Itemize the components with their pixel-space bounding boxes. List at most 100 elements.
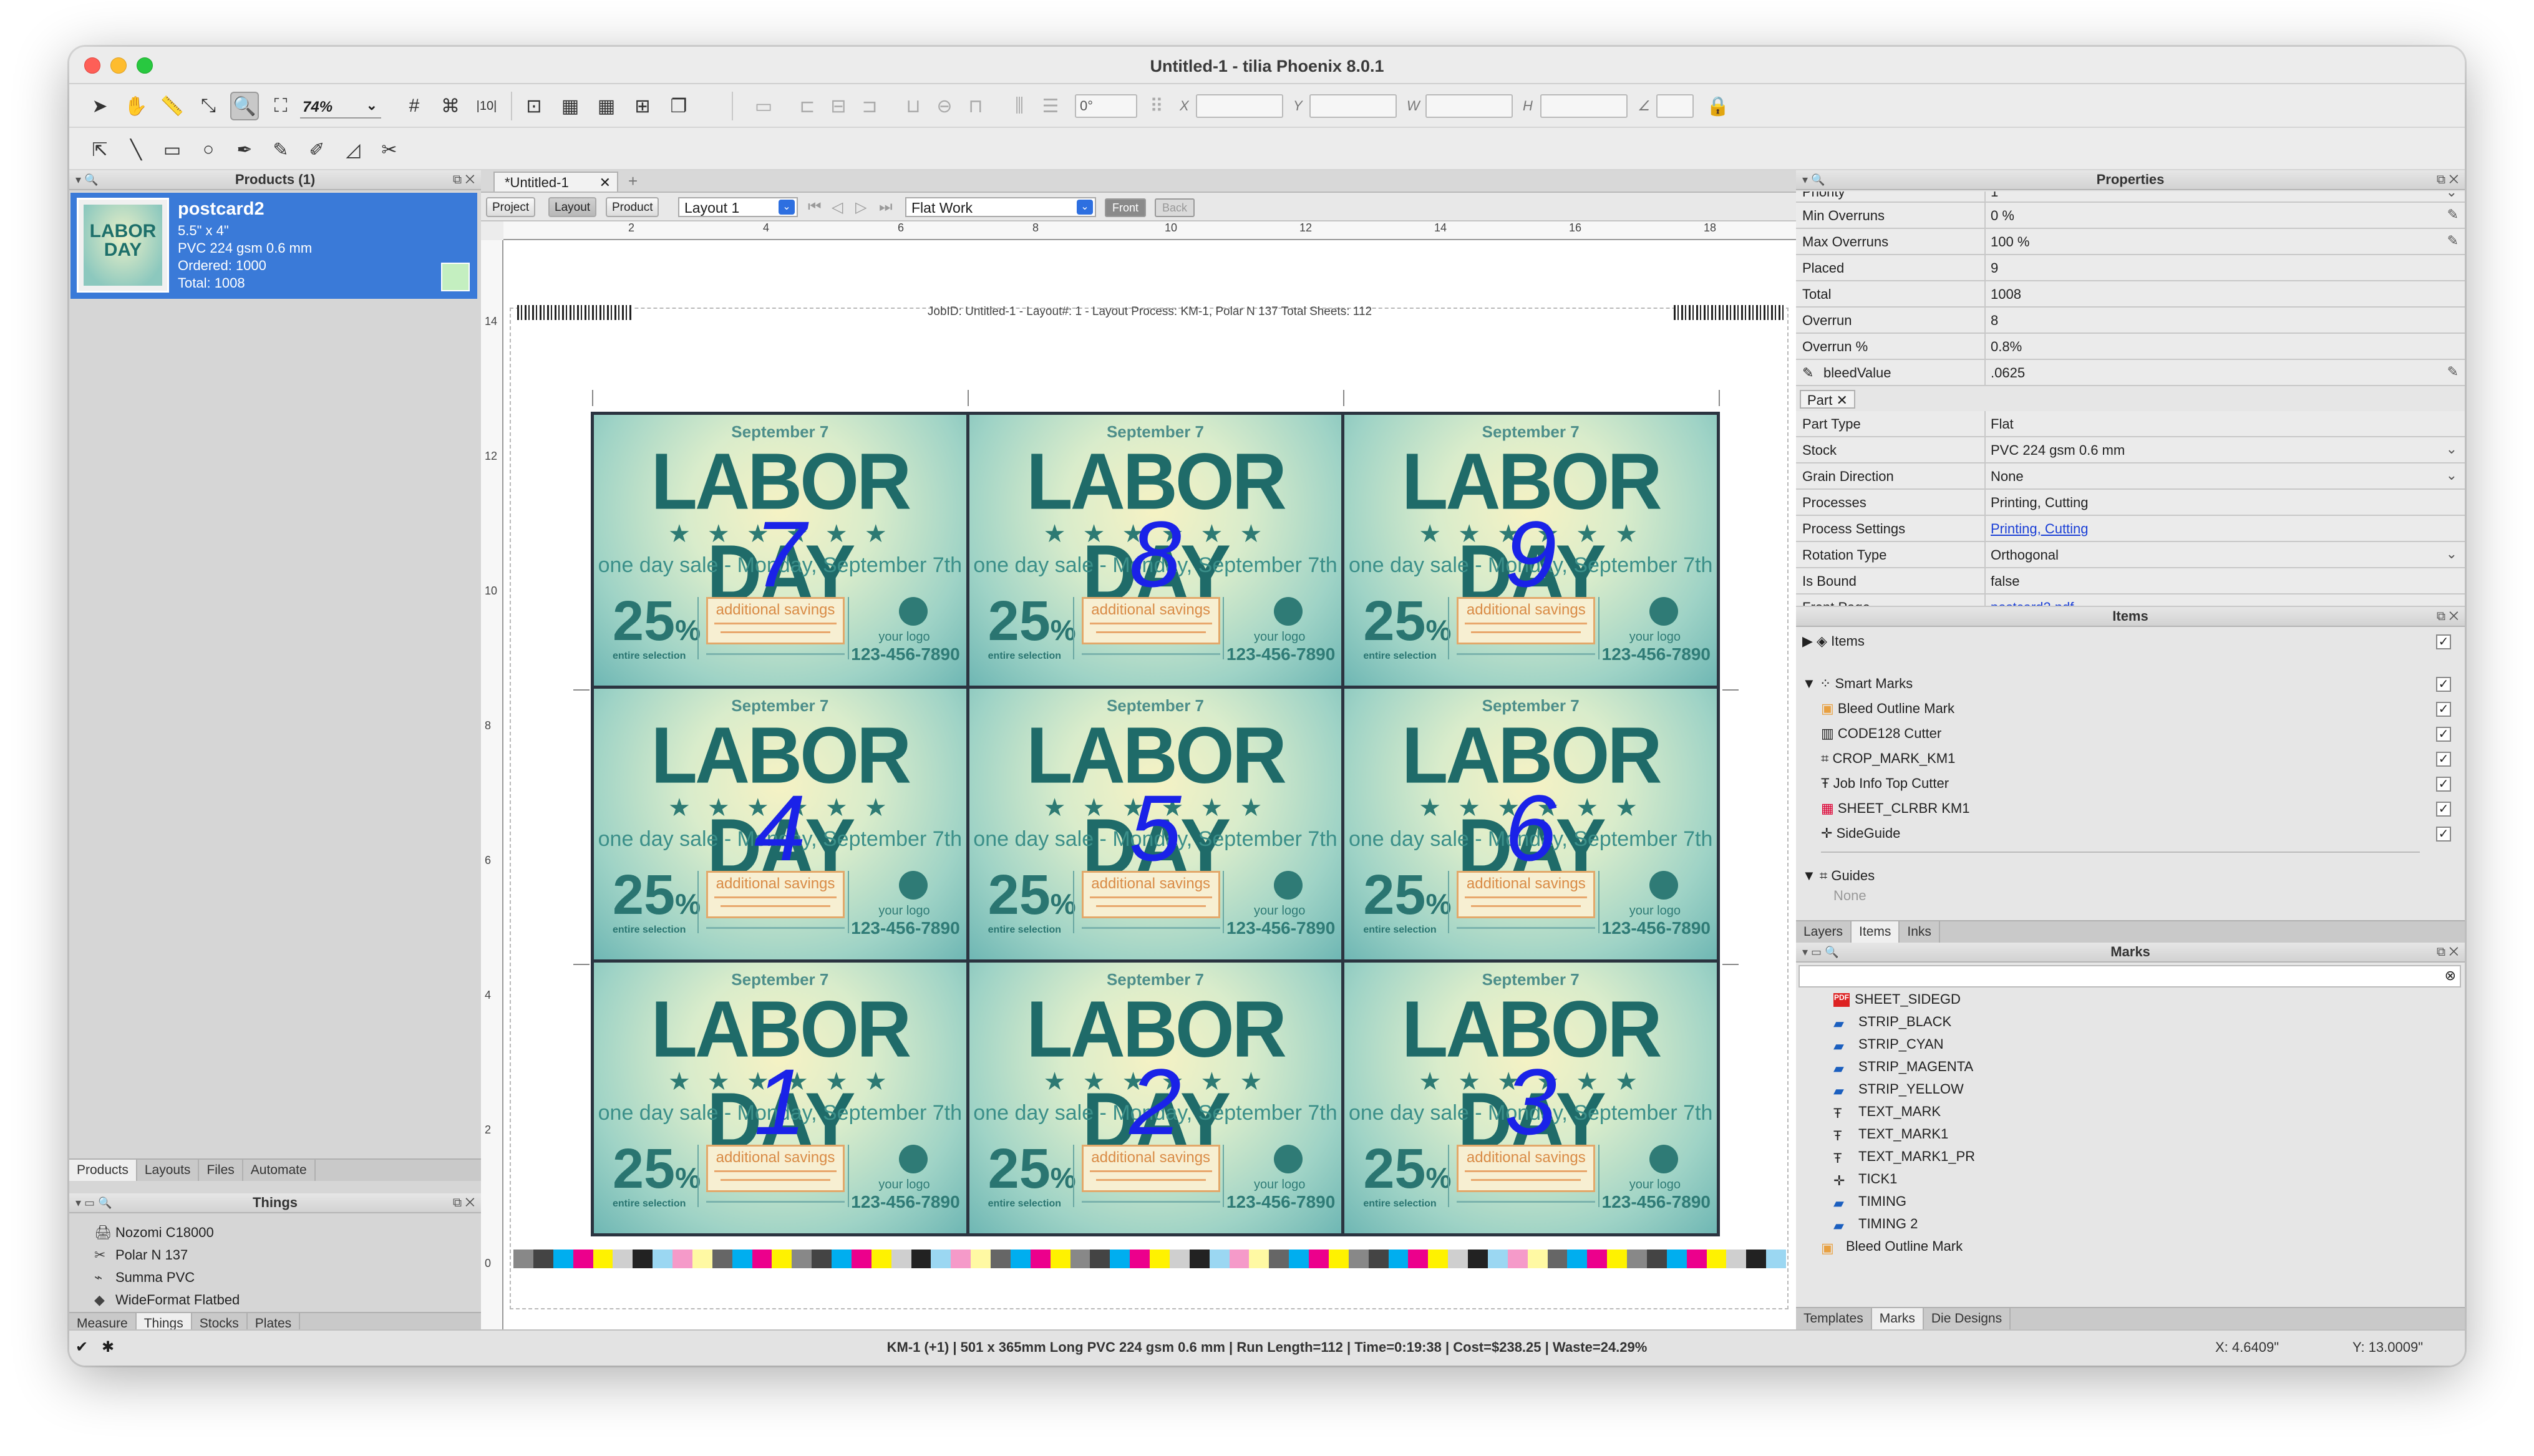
rotation-field[interactable]: 0°: [1075, 94, 1137, 118]
panel-menu-icon[interactable]: ▾ ▭ 🔍: [75, 1193, 112, 1212]
smart-mark-checkbox[interactable]: ✓: [2436, 727, 2451, 742]
postcard-tile[interactable]: September 7 LABOR DAY ★ ★ ★ ★ ★ ★ one day s…: [1344, 415, 1717, 686]
mark-item[interactable]: ✛ TICK1: [1833, 1171, 1897, 1188]
tab-inks[interactable]: Inks: [1900, 921, 1940, 943]
marks-search-input[interactable]: ⊗: [1799, 965, 2461, 988]
select-tool-icon[interactable]: ➤: [85, 92, 114, 120]
tab-die-designs[interactable]: Die Designs: [1924, 1308, 2011, 1329]
thing-item[interactable]: ⌁ Summa PVC: [94, 1269, 195, 1286]
remove-anchor-icon[interactable]: ✐: [303, 135, 331, 164]
align-center-icon[interactable]: ⊟: [824, 92, 853, 120]
edit-box-icon[interactable]: ✎: [1802, 365, 1813, 381]
panel-menu-icon[interactable]: ▾ 🔍: [75, 170, 98, 189]
smart-mark-item[interactable]: ⌗ CROP_MARK_KM1: [1821, 750, 1955, 767]
grid-position-icon[interactable]: ⠿: [1142, 92, 1171, 120]
smart-mark-checkbox[interactable]: ✓: [2436, 752, 2451, 767]
process-settings-link[interactable]: Printing, Cutting: [1991, 521, 2089, 537]
smart-mark-checkbox[interactable]: ✓: [2436, 802, 2451, 817]
mark-item[interactable]: ▣ Bleed Outline Mark: [1821, 1238, 1963, 1256]
postcard-tile[interactable]: September 7 LABOR DAY ★ ★ ★ ★ ★ ★ one day s…: [1344, 963, 1717, 1233]
layers-stack-icon[interactable]: ❐: [664, 92, 693, 120]
height-field[interactable]: [1540, 94, 1628, 118]
tab-plates[interactable]: Plates: [248, 1313, 301, 1331]
panel-menu-icon[interactable]: ▾ ▭ 🔍: [1802, 943, 1838, 961]
tab-untitled-1[interactable]: *Untitled-1 ✕: [493, 172, 618, 192]
zoom-tool-icon[interactable]: 🔍: [230, 92, 259, 120]
panel-menu-icon[interactable]: ▾ 🔍: [1802, 170, 1825, 189]
direct-select-icon[interactable]: ⇱: [85, 135, 114, 164]
frame-select-icon[interactable]: ▭: [749, 92, 778, 120]
add-anchor-icon[interactable]: ✎: [266, 135, 295, 164]
layout-canvas[interactable]: JobID: Untitled-1 - Layout#: 1 - Layout …: [503, 240, 1796, 1329]
chevron-down-icon[interactable]: ⌄: [2446, 546, 2457, 562]
layout-select[interactable]: Layout 1 ⌄: [678, 197, 798, 217]
property-row[interactable]: Min Overruns 0 % ✎: [1796, 203, 2465, 229]
property-row[interactable]: Part Type Flat: [1796, 411, 2465, 437]
tab-items[interactable]: Items: [1852, 921, 1900, 943]
tab-things[interactable]: Things: [136, 1313, 192, 1331]
smart-mark-checkbox[interactable]: ✓: [2436, 777, 2451, 792]
camera-icon[interactable]: ⌘: [436, 92, 465, 120]
mark-item[interactable]: ▰ STRIP_MAGENTA: [1833, 1059, 1973, 1076]
thing-item[interactable]: 🖨 Nozomi C18000: [94, 1225, 214, 1241]
angle-field[interactable]: [1656, 94, 1694, 118]
edit-pencil-icon[interactable]: ✎: [2447, 206, 2459, 223]
disclosure-right-icon[interactable]: ▶: [1802, 633, 1813, 649]
layout-mode-button[interactable]: Layout: [548, 197, 597, 217]
scale-tool-icon[interactable]: ⤡: [194, 92, 223, 120]
pen-tool-icon[interactable]: ✒: [230, 135, 259, 164]
panel-close-icon[interactable]: ⧉ ✕: [2437, 170, 2459, 189]
scissors-icon[interactable]: ✂: [375, 135, 404, 164]
mark-item[interactable]: ▰ TIMING 2: [1833, 1216, 1918, 1233]
product-mode-button[interactable]: Product: [606, 197, 659, 217]
quad-icon[interactable]: ⊞: [628, 92, 657, 120]
property-row[interactable]: Stock PVC 224 gsm 0.6 mm ⌄: [1796, 437, 2465, 463]
close-tab-icon[interactable]: ✕: [600, 175, 611, 191]
tab-templates[interactable]: Templates: [1796, 1308, 1872, 1329]
postcard-tile[interactable]: September 7 LABOR DAY ★ ★ ★ ★ ★ ★ one day s…: [969, 689, 1342, 959]
project-mode-button[interactable]: Project: [486, 197, 536, 217]
align-right-icon[interactable]: ⊐: [855, 92, 884, 120]
items-visibility-checkbox[interactable]: ✓: [2436, 634, 2451, 649]
postcard-tile[interactable]: September 7 LABOR DAY ★ ★ ★ ★ ★ ★ one day s…: [969, 963, 1342, 1233]
property-row[interactable]: Placed 9: [1796, 255, 2465, 281]
postcard-tile[interactable]: September 7 LABOR DAY ★ ★ ★ ★ ★ ★ one day s…: [594, 963, 966, 1233]
prev-layout-icon[interactable]: ◁: [832, 198, 843, 216]
property-row[interactable]: Overrun % 0.8%: [1796, 334, 2465, 360]
fit-zoom-icon[interactable]: ⛶: [266, 92, 295, 120]
panel-close-icon[interactable]: ⧉ ✕: [2437, 943, 2459, 961]
edit-pencil-icon[interactable]: ✎: [2447, 233, 2459, 249]
chevron-down-icon[interactable]: ⌄: [2446, 467, 2457, 483]
postcard-tile[interactable]: September 7 LABOR DAY ★ ★ ★ ★ ★ ★ one day s…: [1344, 689, 1717, 959]
width-field[interactable]: [1425, 94, 1513, 118]
mark-item[interactable]: Ŧ TEXT_MARK: [1833, 1104, 1941, 1121]
lock-icon[interactable]: 🔒: [1704, 92, 1732, 120]
new-tab-icon[interactable]: +: [628, 172, 638, 191]
smart-mark-item[interactable]: ▣ Bleed Outline Mark: [1821, 701, 1954, 717]
align-bottom-icon[interactable]: ⊔: [899, 92, 928, 120]
next-layout-icon[interactable]: ▷: [855, 198, 867, 216]
ellipse-tool-icon[interactable]: ○: [194, 135, 223, 164]
smart-mark-item[interactable]: ▦ SHEET_CLRBR KM1: [1821, 800, 1969, 817]
fit-sheet-icon[interactable]: ⊡: [520, 92, 548, 120]
part-tab[interactable]: Part ✕: [1800, 390, 1855, 409]
smart-mark-checkbox[interactable]: ✓: [2436, 827, 2451, 842]
first-layout-icon[interactable]: ⏮: [808, 198, 822, 216]
smart-mark-item[interactable]: ✛ SideGuide: [1821, 825, 1900, 842]
disclosure-down-icon[interactable]: ▼: [1802, 868, 1816, 883]
mark-item[interactable]: ▰ TIMING: [1833, 1193, 1906, 1211]
chevron-down-icon[interactable]: ⌄: [2446, 441, 2457, 457]
tab-marks[interactable]: Marks: [1871, 1308, 1924, 1329]
line-tool-icon[interactable]: ╲: [122, 135, 150, 164]
product-color-swatch[interactable]: [441, 263, 470, 291]
property-row[interactable]: Is Bound false: [1796, 568, 2465, 595]
property-row[interactable]: Priority 1 ⌄: [1796, 192, 2465, 203]
panel-close-icon[interactable]: ⧉ ✕: [2437, 607, 2459, 626]
property-row[interactable]: Processes Printing, Cutting: [1796, 490, 2465, 516]
y-field[interactable]: [1309, 94, 1397, 118]
items-group[interactable]: ▶ ◈ Items: [1802, 633, 1865, 649]
property-row[interactable]: Front Page postcard2.pdf: [1796, 595, 2465, 607]
product-item-postcard2[interactable]: LABOR DAY postcard2 5.5" x 4" PVC 224 gs…: [70, 193, 477, 299]
panel-close-icon[interactable]: ⧉ ✕: [453, 1193, 475, 1212]
property-row[interactable]: Process Settings Printing, Cutting: [1796, 516, 2465, 542]
